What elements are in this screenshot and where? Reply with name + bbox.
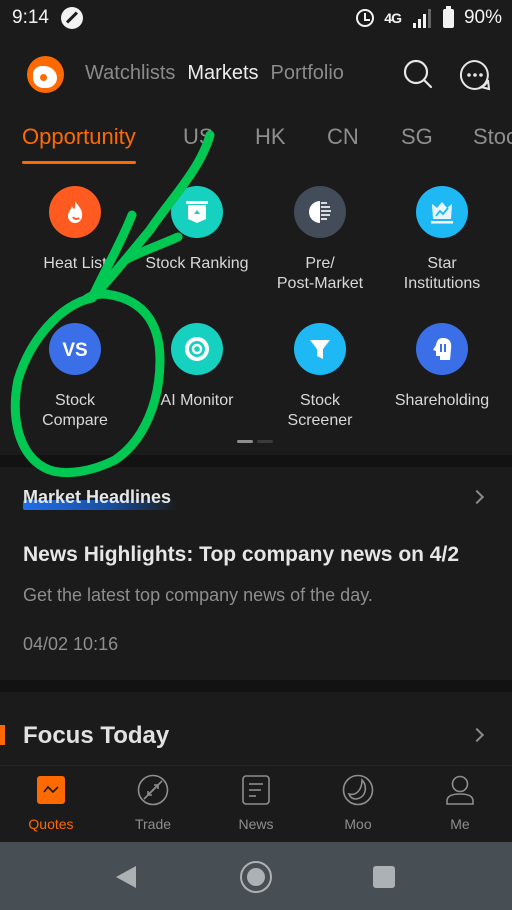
feature-pre-post-market[interactable]: Pre/ Post-Market (259, 186, 381, 294)
feature-stock-screener[interactable]: Stock Screener (259, 323, 381, 431)
pager-dot-active (237, 440, 253, 443)
focus-today-title[interactable]: Focus Today (23, 722, 169, 750)
header-tabs: Watchlists Markets Portfolio (85, 62, 344, 85)
news-icon (240, 774, 272, 806)
home-icon[interactable] (240, 861, 272, 893)
grid-pager (237, 440, 273, 443)
feature-stock-compare[interactable]: VS Stock Compare (14, 323, 136, 431)
subtab-stocks[interactable]: Stoc (473, 124, 512, 150)
bottom-nav: Quotes Trade News Moo Me (0, 765, 512, 842)
crown-chart-icon (416, 186, 468, 238)
news-timestamp: 04/02 10:16 (23, 634, 119, 654)
battery-icon (442, 5, 454, 28)
tab-watchlists[interactable]: Watchlists (85, 62, 175, 85)
notification-icon (60, 7, 83, 29)
feature-label: Shareholding (394, 392, 490, 409)
target-icon (171, 323, 223, 375)
nav-trade[interactable]: Trade (102, 774, 204, 832)
nav-label: Quotes (28, 816, 74, 832)
news-summary: Get the latest top company news of the d… (23, 585, 373, 605)
feature-star-institutions[interactable]: Star Institutions (381, 186, 503, 294)
subtab-hk[interactable]: HK (255, 124, 286, 150)
search-icon[interactable] (403, 59, 433, 89)
app-header: Watchlists Markets Portfolio (0, 50, 512, 98)
nav-moo[interactable]: Moo (307, 774, 409, 832)
feature-label: Stock Compare (42, 392, 108, 429)
status-time: 9:14 (12, 7, 49, 28)
market-headlines-title[interactable]: Market Headlines (23, 487, 171, 508)
section-divider (0, 680, 512, 692)
svg-text:VS: VS (62, 340, 87, 361)
half-moon-icon (294, 186, 346, 238)
network-4g-icon: 4G (384, 10, 402, 26)
trade-icon (137, 774, 169, 806)
back-icon[interactable] (116, 866, 136, 888)
market-subtabs: Opportunity US HK CN SG Stoc (22, 124, 512, 168)
moomoo-logo[interactable] (27, 56, 64, 93)
nav-label: Trade (134, 816, 172, 832)
alarm-icon (356, 9, 375, 27)
filter-icon (294, 323, 346, 375)
head-icon (416, 323, 468, 375)
pager-dot (257, 440, 273, 443)
chevron-right-icon[interactable] (469, 489, 485, 505)
feature-stock-ranking[interactable]: Stock Ranking (136, 186, 258, 274)
moo-icon (342, 774, 374, 806)
person-icon (444, 774, 476, 806)
nav-label: Me (450, 816, 470, 832)
android-nav-bar (0, 842, 512, 910)
status-bar: 9:14 4G 90% (0, 0, 512, 36)
ranking-shield-icon (171, 186, 223, 238)
feature-label: Stock Ranking (145, 255, 249, 272)
flame-icon (49, 186, 101, 238)
subtab-opportunity[interactable]: Opportunity (22, 124, 136, 164)
section-divider (0, 455, 512, 467)
feature-label: Stock Screener (287, 392, 353, 429)
feature-heat-list[interactable]: Heat List (14, 186, 136, 274)
battery-level: 90% (463, 7, 502, 28)
nav-me[interactable]: Me (409, 774, 511, 832)
recent-apps-icon[interactable] (373, 866, 395, 888)
focus-accent-bar (0, 725, 5, 745)
quotes-icon (35, 774, 67, 806)
tab-markets[interactable]: Markets (187, 62, 258, 85)
feature-label: AI Monitor (160, 392, 234, 409)
subtab-us[interactable]: US (183, 124, 214, 150)
subtab-sg[interactable]: SG (401, 124, 433, 150)
nav-label: News (238, 816, 274, 832)
tab-portfolio[interactable]: Portfolio (271, 62, 344, 85)
nav-quotes[interactable]: Quotes (0, 774, 102, 832)
feature-ai-monitor[interactable]: AI Monitor (136, 323, 258, 411)
messages-icon[interactable] (459, 59, 491, 91)
feature-label: Heat List (43, 255, 107, 272)
subtab-cn[interactable]: CN (327, 124, 359, 150)
nav-label: Moo (344, 816, 372, 832)
vs-icon: VS (49, 323, 101, 375)
feature-label: Pre/ Post-Market (276, 255, 364, 292)
signal-icon (411, 8, 433, 28)
chevron-right-icon[interactable] (469, 727, 485, 743)
feature-label: Star Institutions (403, 255, 481, 292)
news-headline[interactable]: News Highlights: Top company news on 4/2 (23, 543, 459, 567)
feature-shareholding[interactable]: Shareholding (381, 323, 503, 411)
nav-news[interactable]: News (205, 774, 307, 832)
